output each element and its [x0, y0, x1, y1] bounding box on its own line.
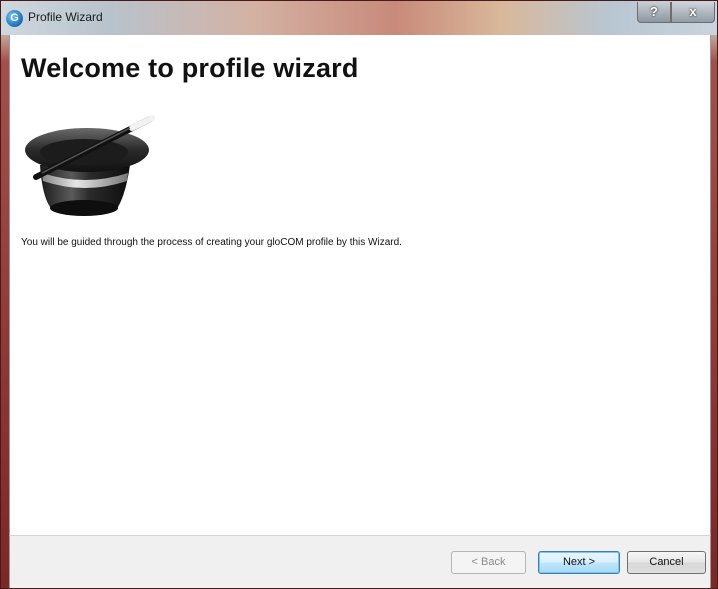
glocom-app-icon: G [6, 10, 23, 27]
back-button[interactable]: < Back [451, 551, 526, 574]
window-title: Profile Wizard [28, 10, 103, 24]
close-button[interactable]: x [671, 2, 715, 23]
next-button[interactable]: Next > [538, 551, 620, 574]
page-title: Welcome to profile wizard [21, 53, 359, 83]
wizard-footer: < Back Next > Cancel [9, 535, 711, 588]
wizard-content-panel: Welcome to profile wizard You will be gu… [9, 35, 711, 535]
cancel-button[interactable]: Cancel [627, 551, 706, 574]
profile-wizard-window: G Profile Wizard ? x Welcome to profile … [0, 0, 718, 589]
magic-hat-icon [25, 115, 155, 216]
title-bar[interactable]: G Profile Wizard ? x [1, 1, 717, 35]
help-button[interactable]: ? [637, 2, 671, 23]
wizard-description: You will be guided through the process o… [21, 237, 402, 248]
